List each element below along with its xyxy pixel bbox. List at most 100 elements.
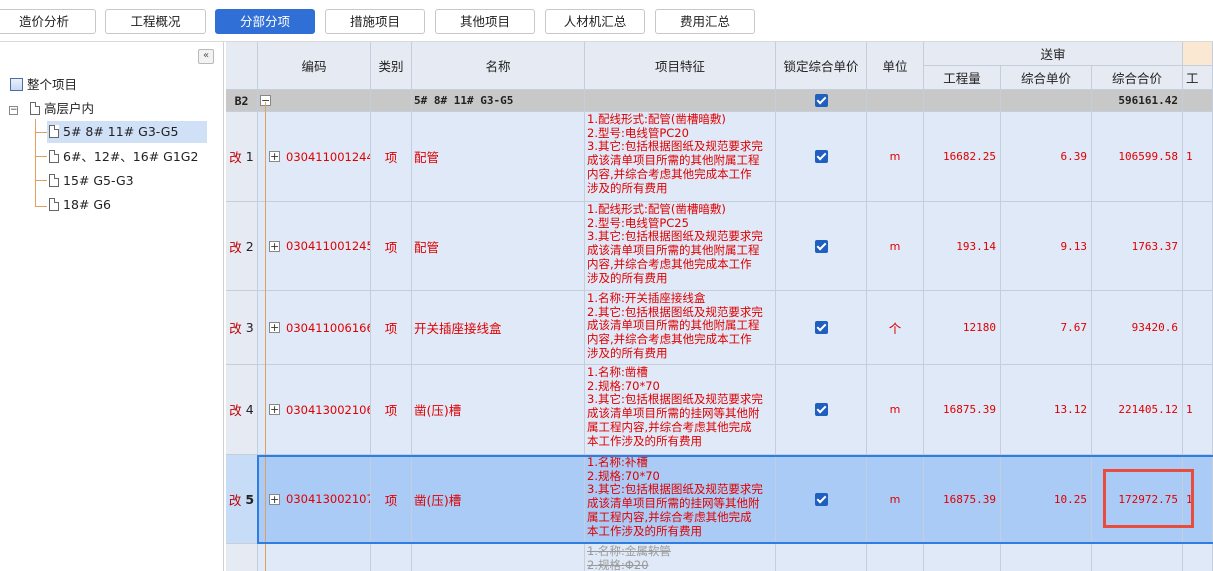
cell-qty[interactable]: 16875.39: [924, 365, 1001, 455]
header-unit[interactable]: 单位: [867, 42, 924, 90]
cell-uprice[interactable]: 7.67: [1001, 291, 1092, 365]
partial-row-cell: [226, 544, 258, 571]
tree-group-node[interactable]: 高层户内: [30, 98, 94, 120]
cell-name[interactable]: 配管: [412, 112, 585, 202]
code-text: 030413002107: [286, 492, 371, 506]
cell-extra[interactable]: 1: [1183, 112, 1213, 202]
row-number[interactable]: 改2: [226, 202, 258, 291]
cell-uprice[interactable]: 13.12: [1001, 365, 1092, 455]
tree-item-6-12-16[interactable]: 6#、12#、16# G1G2: [49, 146, 198, 168]
cell-unit[interactable]: m: [867, 202, 924, 291]
cell-qty[interactable]: 16875.39: [924, 455, 1001, 544]
row-number[interactable]: 改5: [226, 455, 258, 544]
cell-qty[interactable]: 193.14: [924, 202, 1001, 291]
cell-type[interactable]: 项: [371, 291, 412, 365]
tree-item-5-8-11[interactable]: 5# 8# 11# G3-G5: [47, 121, 207, 143]
header-code[interactable]: 编码: [258, 42, 371, 90]
cell-type[interactable]: 项: [371, 112, 412, 202]
header-name[interactable]: 名称: [412, 42, 585, 90]
cell-unit[interactable]: 个: [867, 291, 924, 365]
cell-unit[interactable]: m: [867, 365, 924, 455]
document-icon: [49, 125, 59, 138]
lock-price-checkbox[interactable]: [814, 239, 828, 253]
cell-code[interactable]: +030411006166: [258, 291, 371, 365]
cell-type[interactable]: 项: [371, 455, 412, 544]
cell-feature[interactable]: 1.配线形式:配管(凿槽暗敷) 2.型号:电线管PC20 3.其它:包括根据图纸及规…: [585, 112, 776, 202]
cell-qty[interactable]: 16682.25: [924, 112, 1001, 202]
row-expander[interactable]: +: [269, 151, 280, 162]
cell-name[interactable]: 开关插座接线盒: [412, 291, 585, 365]
cell-total[interactable]: 106599.58: [1092, 112, 1183, 202]
section-name: 5# 8# 11# G3-G5: [412, 90, 585, 112]
cell-lock[interactable]: [776, 112, 867, 202]
group-expander[interactable]: −: [9, 106, 18, 115]
cell-feature[interactable]: 1.名称:凿槽 2.规格:70*70 3.其它:包括根据图纸及规范要求完 成该清单项目…: [585, 365, 776, 455]
cell-lock[interactable]: [776, 455, 867, 544]
tree-root-node[interactable]: 整个项目: [10, 74, 77, 96]
cell-uprice[interactable]: 6.39: [1001, 112, 1092, 202]
tab-measures[interactable]: 措施项目: [325, 9, 425, 34]
tree-item-18[interactable]: 18# G6: [49, 194, 111, 216]
tab-fee-summary[interactable]: 费用汇总: [655, 9, 755, 34]
header-unit-price[interactable]: 综合单价: [1001, 66, 1092, 90]
row-expander[interactable]: +: [269, 493, 280, 505]
tab-other-items[interactable]: 其他项目: [435, 9, 535, 34]
row-expander[interactable]: +: [269, 240, 280, 252]
cell-type[interactable]: 项: [371, 365, 412, 455]
header-total-price[interactable]: 综合合价: [1092, 66, 1183, 90]
cell-extra[interactable]: 1: [1183, 455, 1213, 544]
cell-total[interactable]: 93420.6: [1092, 291, 1183, 365]
cell-uprice[interactable]: 10.25: [1001, 455, 1092, 544]
row-number[interactable]: 改4: [226, 365, 258, 455]
cell-feature[interactable]: 1.名称:补槽 2.规格:70*70 3.其它:包括根据图纸及规范要求完 成该清单项目…: [585, 455, 776, 544]
cell-code[interactable]: +030411001244: [258, 112, 371, 202]
header-feature[interactable]: 项目特征: [585, 42, 776, 90]
section-code-cell: −: [258, 90, 371, 112]
header-lock-price[interactable]: 锁定综合单价: [776, 42, 867, 90]
cell-lock[interactable]: [776, 202, 867, 291]
cell-total[interactable]: 1763.37: [1092, 202, 1183, 291]
cell-name[interactable]: 配管: [412, 202, 585, 291]
lock-price-checkbox[interactable]: [814, 403, 828, 416]
row-number[interactable]: 改3: [226, 291, 258, 365]
feature-line: 本工作涉及的所有费用: [587, 433, 702, 448]
row-expander[interactable]: +: [269, 322, 280, 333]
tab-materials-summary[interactable]: 人材机汇总: [545, 9, 645, 34]
lock-price-checkbox[interactable]: [814, 321, 828, 334]
tree-item-15[interactable]: 15# G5-G3: [49, 170, 134, 192]
cell-name[interactable]: 凿(压)槽: [412, 455, 585, 544]
cell-qty[interactable]: 12180: [924, 291, 1001, 365]
cell-extra[interactable]: 1: [1183, 365, 1213, 455]
lock-price-checkbox[interactable]: [814, 94, 828, 107]
cell-code[interactable]: +030413002107: [258, 455, 371, 544]
cell-unit[interactable]: m: [867, 112, 924, 202]
cell-extra[interactable]: [1183, 291, 1213, 365]
row-expander[interactable]: +: [269, 404, 280, 415]
cell-total[interactable]: 221405.12: [1092, 365, 1183, 455]
cell-extra[interactable]: [1183, 202, 1213, 291]
cell-lock[interactable]: [776, 291, 867, 365]
lock-price-checkbox[interactable]: [814, 150, 828, 163]
tab-sub-items[interactable]: 分部分项: [215, 9, 315, 34]
cell-code[interactable]: +030413002106: [258, 365, 371, 455]
header-type[interactable]: 类别: [371, 42, 412, 90]
feature-line: 3.其它:包括根据图纸及规范要求完: [587, 392, 763, 407]
cell-feature[interactable]: 1.配线形式:配管(凿槽暗敷) 2.型号:电线管PC25 3.其它:包括根据图纸及规…: [585, 202, 776, 291]
cell-uprice[interactable]: 9.13: [1001, 202, 1092, 291]
tab-project-overview[interactable]: 工程概况: [105, 9, 206, 34]
header-quantity[interactable]: 工程量: [924, 66, 1001, 90]
cell-unit[interactable]: m: [867, 455, 924, 544]
cell-total[interactable]: 172972.75: [1092, 455, 1183, 544]
cell-feature[interactable]: 1.名称:开关插座接线盒 2.其它:包括根据图纸及规范要求完 成该清单项目所需的其他…: [585, 291, 776, 365]
tab-cost-analysis[interactable]: 造价分析: [0, 9, 96, 34]
row-number[interactable]: 改1: [226, 112, 258, 202]
cell-type[interactable]: 项: [371, 202, 412, 291]
cell-lock[interactable]: [776, 365, 867, 455]
cell-name[interactable]: 凿(压)槽: [412, 365, 585, 455]
row-status: 改: [229, 403, 242, 418]
lock-price-checkbox[interactable]: [814, 492, 828, 506]
cell-code[interactable]: +030411001245: [258, 202, 371, 291]
header-extra[interactable]: 工: [1183, 66, 1213, 90]
header-rowno: [226, 42, 258, 90]
collapse-panel-button[interactable]: «: [198, 49, 214, 64]
